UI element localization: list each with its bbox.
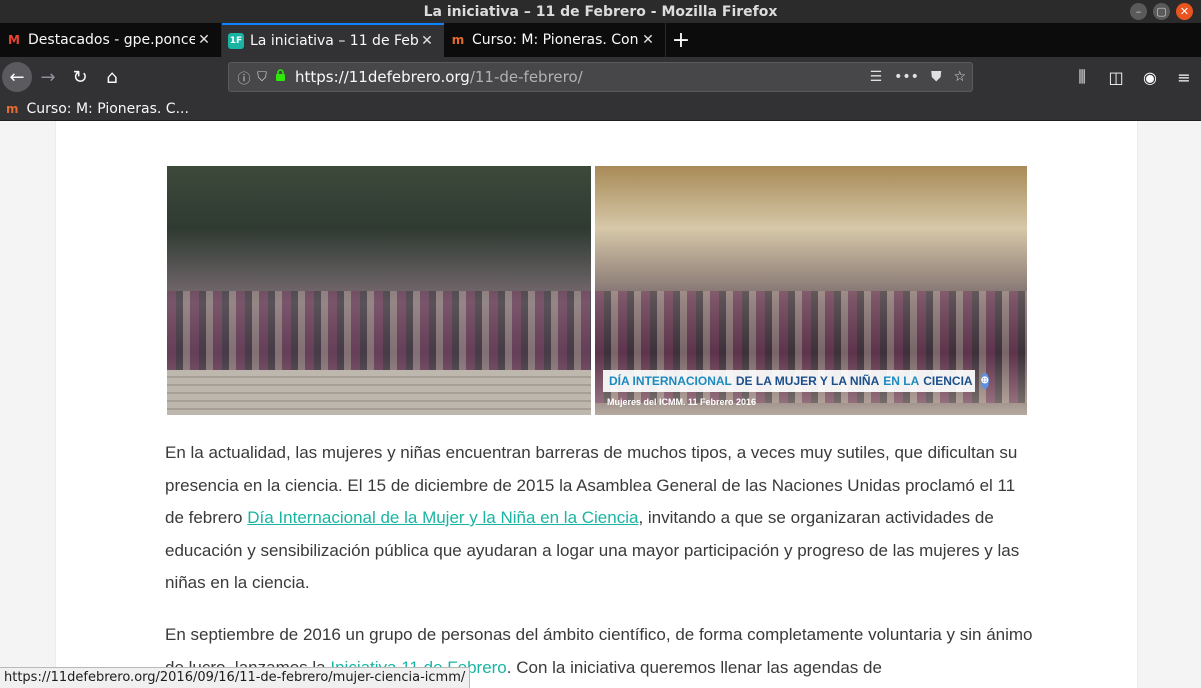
group-photo-2: DÍA INTERNACIONAL DE LA MUJER Y LA NIÑA … <box>595 166 1027 415</box>
sidebar-icon: ◫ <box>1108 67 1124 87</box>
moodle-icon: m <box>6 101 19 116</box>
tab-label: Curso: M: Pioneras. Conc <box>472 32 639 48</box>
back-button[interactable]: ← <box>2 62 32 92</box>
bookmark-curso[interactable]: m Curso: M: Pioneras. C... <box>6 101 189 117</box>
site-11f-icon: 1F <box>228 33 244 49</box>
tracking-shield-icon[interactable]: ⛉ <box>253 70 271 85</box>
sidebar-button[interactable]: ◫ <box>1099 61 1133 93</box>
window-titlebar: La iniciativa – 11 de Febrero - Mozilla … <box>0 0 1201 23</box>
url-host: https://11defebrero.org <box>295 68 470 86</box>
account-icon: ◉ <box>1143 67 1157 87</box>
tab-label: Destacados - gpe.poncel <box>28 32 195 48</box>
paragraph-2-text-end: . Con la iniciativa queremos llenar las … <box>506 657 882 677</box>
home-button[interactable]: ⌂ <box>96 61 128 93</box>
pocket-icon[interactable]: ⛊ <box>931 69 942 85</box>
banner-text-3: EN LA <box>883 374 920 388</box>
lock-icon[interactable] <box>271 68 289 86</box>
reader-view-icon[interactable]: ☰ <box>870 69 883 85</box>
tab-strip: M Destacados - gpe.poncel ✕ 1F La inicia… <box>0 23 1201 57</box>
new-tab-button[interactable]: + <box>666 23 696 57</box>
nav-bar: ← → ↻ ⌂ ⓘ ⛉ https://11defebrero.org/11-d… <box>0 57 1201 97</box>
home-icon: ⌂ <box>106 66 118 88</box>
tab-close-icon[interactable]: ✕ <box>195 32 213 48</box>
gmail-icon: M <box>8 33 20 47</box>
url-actions: ☰ ••• ⛊ ☆ <box>870 63 966 91</box>
moodle-icon: m <box>451 33 465 47</box>
tab-destacados[interactable]: M Destacados - gpe.poncel ✕ <box>0 23 222 57</box>
account-button[interactable]: ◉ <box>1133 61 1167 93</box>
photo-banner: DÍA INTERNACIONAL DE LA MUJER Y LA NIÑA … <box>603 370 989 392</box>
bookmarks-bar: m Curso: M: Pioneras. C... <box>0 97 1201 121</box>
tab-close-icon[interactable]: ✕ <box>418 33 436 49</box>
library-icon: ⫼ <box>1078 67 1086 86</box>
window-title: La iniciativa – 11 de Febrero - Mozilla … <box>423 3 778 20</box>
tab-la-iniciativa[interactable]: 1F La iniciativa – 11 de Febrero ✕ <box>222 23 444 57</box>
article-page: DÍA INTERNACIONAL DE LA MUJER Y LA NIÑA … <box>55 121 1138 688</box>
close-window-button[interactable]: ✕ <box>1176 3 1193 20</box>
lock-svg <box>275 68 285 81</box>
hamburger-menu-icon: ≡ <box>1177 67 1191 87</box>
back-arrow-icon: ← <box>9 66 25 88</box>
tab-label: La iniciativa – 11 de Febrero <box>250 33 418 49</box>
photo-caption: Mujeres del ICMM. 11 Febrero 2016 <box>607 397 757 407</box>
banner-text-1: DÍA INTERNACIONAL <box>609 374 732 388</box>
url-path: /11-de-febrero/ <box>469 68 583 86</box>
bookmark-star-icon[interactable]: ☆ <box>953 69 966 85</box>
photo-steps-shape <box>167 370 591 415</box>
bookmark-label: Curso: M: Pioneras. C... <box>26 100 189 117</box>
url-text[interactable]: https://11defebrero.org/11-de-febrero/ <box>295 68 583 86</box>
forward-button[interactable]: → <box>32 61 64 93</box>
reload-icon: ↻ <box>72 66 88 88</box>
group-photo-1 <box>167 166 591 415</box>
library-button[interactable]: ⫼ <box>1065 61 1099 93</box>
dia-internacional-link[interactable]: Día Internacional de la Mujer y la Niña … <box>247 508 638 527</box>
reload-button[interactable]: ↻ <box>64 61 96 93</box>
status-bar-url: https://11defebrero.org/2016/09/16/11-de… <box>0 667 471 688</box>
menu-button[interactable]: ≡ <box>1167 61 1201 93</box>
page-actions-icon[interactable]: ••• <box>894 69 919 85</box>
page-viewport[interactable]: DÍA INTERNACIONAL DE LA MUJER Y LA NIÑA … <box>0 121 1201 688</box>
url-bar[interactable]: ⓘ ⛉ https://11defebrero.org/11-de-febrer… <box>228 62 973 92</box>
maximize-button[interactable]: ▢ <box>1153 3 1170 20</box>
paragraph-1: En la actualidad, las mujeres y niñas en… <box>165 437 1035 600</box>
un-logo-icon: ⊕ <box>980 373 989 389</box>
banner-text-4: CIENCIA <box>923 374 973 388</box>
window-controls: – ▢ ✕ <box>1130 3 1193 20</box>
toolbar-right: ⫼ ◫ ◉ ≡ <box>1065 57 1201 97</box>
info-icon[interactable]: ⓘ <box>235 68 253 87</box>
tab-curso[interactable]: m Curso: M: Pioneras. Conc ✕ <box>444 23 666 57</box>
tab-close-icon[interactable]: ✕ <box>639 32 657 48</box>
forward-arrow-icon: → <box>40 66 56 88</box>
minimize-button[interactable]: – <box>1130 3 1147 20</box>
banner-text-2: DE LA MUJER Y LA NIÑA <box>735 374 880 388</box>
